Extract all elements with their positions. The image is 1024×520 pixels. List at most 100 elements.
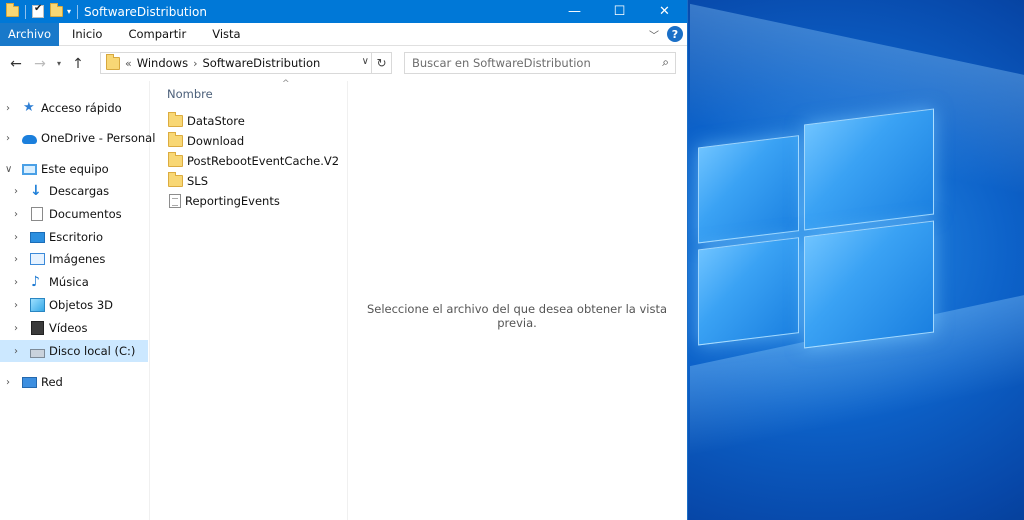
list-item[interactable]: DataStore <box>168 111 245 131</box>
chevron-right-icon[interactable]: › <box>193 57 197 70</box>
help-icon[interactable]: ? <box>667 26 683 42</box>
nav-item-label: Descargas <box>49 184 110 198</box>
quick-access-toolbar: ▾ <box>0 0 79 23</box>
search-icon[interactable]: ⌕ <box>662 55 669 70</box>
nav-item-label: OneDrive - Personal <box>41 131 156 145</box>
column-header-nombre[interactable]: Nombre <box>167 87 213 101</box>
list-item[interactable]: PostRebootEventCache.V2 <box>168 151 339 171</box>
back-arrow-icon[interactable]: ← <box>4 56 28 72</box>
properties-icon[interactable] <box>32 3 44 18</box>
minimize-button[interactable]: — <box>552 0 597 23</box>
chevron-right-icon[interactable]: › <box>14 277 18 288</box>
maximize-button[interactable]: ☐ <box>597 0 642 23</box>
new-folder-icon[interactable] <box>50 3 63 17</box>
file-explorer-window: ▾ SoftwareDistribution — ☐ ✕ Archivo Ini… <box>0 0 688 520</box>
forward-arrow-icon[interactable]: → <box>28 56 52 72</box>
nav-item-label: Este equipo <box>41 162 109 176</box>
download-icon: ↓ <box>30 183 42 199</box>
sort-ascending-icon: ^ <box>282 79 290 89</box>
file-name: Download <box>187 134 245 148</box>
list-item[interactable]: ReportingEvents <box>168 191 280 211</box>
nav-item-label: Objetos 3D <box>49 298 113 312</box>
file-name: PostRebootEventCache.V2 <box>187 154 340 168</box>
nav-item-disco-local[interactable]: › Disco local (C:) <box>0 340 148 362</box>
logo-pane <box>804 108 934 231</box>
tab-inicio[interactable]: Inicio <box>59 23 115 46</box>
chevron-right-icon[interactable]: › <box>6 133 10 144</box>
toolbar-divider <box>25 4 26 19</box>
preview-message: Seleccione el archivo del que desea obte… <box>366 302 668 330</box>
breadcrumb-windows[interactable]: Windows <box>137 56 188 70</box>
chevron-right-icon[interactable]: › <box>14 186 18 197</box>
nav-item-onedrive[interactable]: › OneDrive - Personal <box>0 127 155 149</box>
chevron-right-icon[interactable]: › <box>6 377 10 388</box>
nav-item-acceso-rapido[interactable]: › ★ Acceso rápido <box>0 97 148 119</box>
network-icon <box>22 376 37 388</box>
chevron-right-icon[interactable]: › <box>14 232 18 243</box>
search-placeholder: Buscar en SoftwareDistribution <box>412 56 591 70</box>
file-list: ^ Nombre DataStore Download PostRebootEv… <box>150 79 348 520</box>
nav-item-este-equipo[interactable]: ∨ Este equipo <box>0 158 148 180</box>
nav-item-label: Red <box>41 375 63 389</box>
nav-item-videos[interactable]: › Vídeos <box>0 317 148 339</box>
folder-icon <box>168 132 183 147</box>
nav-item-label: Disco local (C:) <box>49 344 136 358</box>
chevron-down-icon[interactable]: ∨ <box>5 164 12 175</box>
tab-archivo[interactable]: Archivo <box>0 22 59 46</box>
nav-item-label: Vídeos <box>49 321 88 335</box>
toolbar-divider <box>77 4 79 19</box>
file-name: ReportingEvents <box>185 194 280 208</box>
refresh-icon[interactable]: ↻ <box>371 53 391 73</box>
chevron-down-icon[interactable]: ∨ <box>362 56 369 67</box>
nav-item-label: Acceso rápido <box>41 101 122 115</box>
address-bar[interactable]: « Windows › SoftwareDistribution ∨ ↻ <box>100 52 392 74</box>
file-icon <box>169 194 181 208</box>
chevron-right-icon[interactable]: › <box>6 103 10 114</box>
close-button[interactable]: ✕ <box>642 0 687 23</box>
customize-toolbar-icon[interactable]: ▾ <box>67 7 71 16</box>
nav-item-objetos-3d[interactable]: › Objetos 3D <box>0 294 148 316</box>
folder-icon <box>168 152 183 167</box>
navigation-pane: › ★ Acceso rápido › OneDrive - Personal … <box>0 81 155 520</box>
nav-item-escritorio[interactable]: › Escritorio <box>0 226 148 248</box>
recent-locations-icon[interactable]: ▾ <box>52 59 66 68</box>
videos-icon <box>31 321 44 335</box>
nav-item-descargas[interactable]: › ↓ Descargas <box>0 180 148 202</box>
nav-item-label: Imágenes <box>49 252 106 266</box>
list-item[interactable]: SLS <box>168 171 208 191</box>
nav-item-label: Escritorio <box>49 230 104 244</box>
file-name: SLS <box>187 174 209 188</box>
nav-item-musica[interactable]: › ♪ Música <box>0 271 148 293</box>
nav-item-red[interactable]: › Red <box>0 371 148 393</box>
chevron-right-icon[interactable]: › <box>14 254 18 265</box>
cloud-icon <box>22 135 37 144</box>
chevron-right-icon[interactable]: › <box>14 346 18 357</box>
chevron-right-icon[interactable]: › <box>14 209 18 220</box>
window-title: SoftwareDistribution <box>84 4 207 19</box>
chevron-right-icon[interactable]: › <box>14 323 18 334</box>
nav-item-imagenes[interactable]: › Imágenes <box>0 248 148 270</box>
music-icon: ♪ <box>31 274 40 290</box>
breadcrumb-softwaredistribution[interactable]: SoftwareDistribution <box>202 56 320 70</box>
file-name: DataStore <box>187 114 245 128</box>
navigation-bar: ← → ▾ ↑ « Windows › SoftwareDistribution… <box>0 46 687 81</box>
folder-icon <box>168 112 183 127</box>
breadcrumb-overflow[interactable]: « <box>125 57 132 70</box>
up-arrow-icon[interactable]: ↑ <box>66 56 90 72</box>
window-controls: — ☐ ✕ <box>552 0 687 23</box>
nav-item-documentos[interactable]: › Documentos <box>0 203 148 225</box>
logo-pane <box>698 135 799 244</box>
list-item[interactable]: Download <box>168 131 244 151</box>
title-bar: ▾ SoftwareDistribution — ☐ ✕ <box>0 0 687 23</box>
3d-objects-icon <box>30 298 45 312</box>
document-icon <box>31 207 43 221</box>
logo-pane <box>698 237 799 346</box>
folder-icon[interactable] <box>6 3 19 17</box>
tab-vista[interactable]: Vista <box>199 23 253 46</box>
search-input[interactable]: Buscar en SoftwareDistribution ⌕ <box>404 52 676 74</box>
chevron-right-icon[interactable]: › <box>14 300 18 311</box>
windows-logo <box>698 101 934 370</box>
computer-icon <box>22 163 37 175</box>
tab-compartir[interactable]: Compartir <box>115 23 199 46</box>
expand-ribbon-icon[interactable]: ﹀ <box>649 27 659 42</box>
